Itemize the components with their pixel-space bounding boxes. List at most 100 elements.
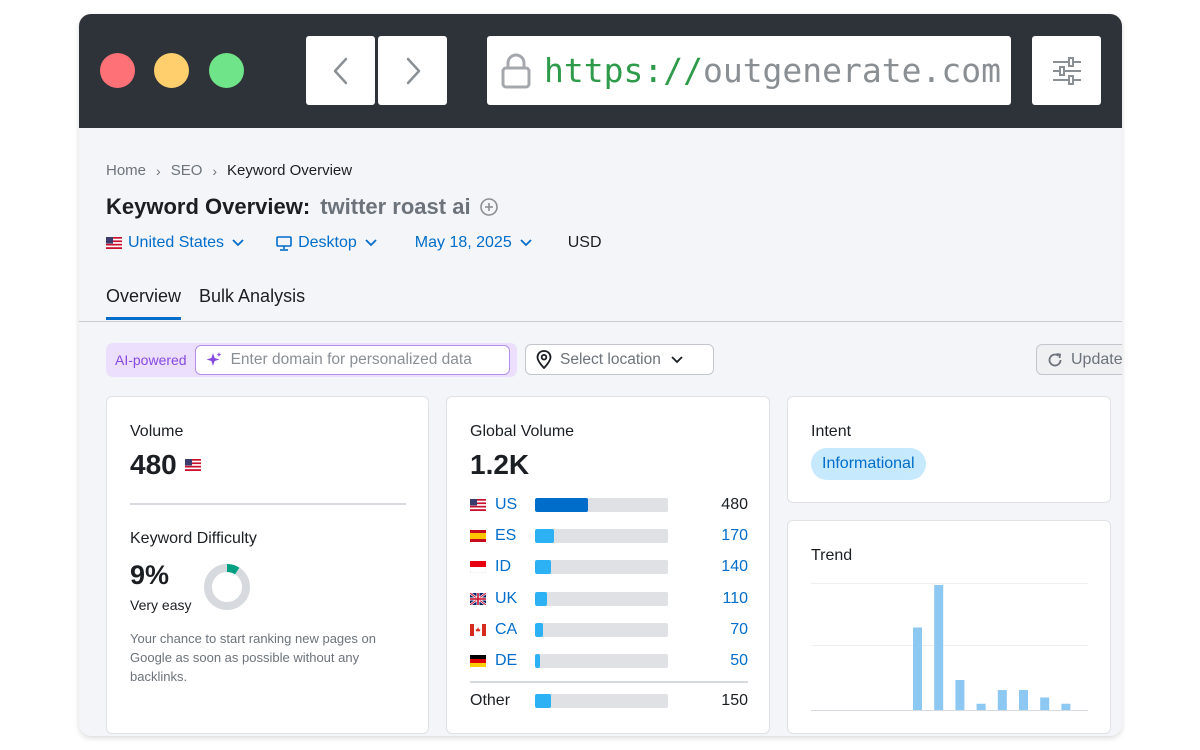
update-button[interactable]: Update xyxy=(1036,344,1122,375)
chevron-right-icon: › xyxy=(212,162,218,179)
location-select[interactable]: Select location xyxy=(525,344,714,375)
url-scheme: https:// xyxy=(544,51,703,90)
country-bar xyxy=(535,623,668,637)
chevron-down-icon xyxy=(232,239,244,247)
trend-bar[interactable] xyxy=(1040,697,1050,711)
country-volume[interactable]: 110 xyxy=(722,590,748,608)
device-selector[interactable]: Desktop xyxy=(276,234,377,252)
country-bar-fill xyxy=(535,623,543,637)
country-bar xyxy=(535,694,668,708)
intent-card: Intent Informational xyxy=(787,396,1111,503)
volume-value: 480 xyxy=(130,449,177,480)
country-code[interactable]: US xyxy=(495,496,535,514)
keyword-name: twitter roast ai xyxy=(320,194,471,219)
location-pin-icon xyxy=(536,350,552,369)
address-bar[interactable]: https://outgenerate.com xyxy=(487,36,1011,105)
ai-powered-badge: AI-powered xyxy=(115,352,187,368)
kd-title: Keyword Difficulty xyxy=(130,530,257,547)
country-row-us: US 480 xyxy=(470,495,748,515)
de-flag-icon xyxy=(470,655,488,667)
date-label: May 18, 2025 xyxy=(414,234,512,251)
country-code[interactable]: ID xyxy=(495,558,535,576)
country-bar xyxy=(535,529,668,543)
breadcrumb: Home › SEO › Keyword Overview xyxy=(106,162,352,179)
us-flag-icon xyxy=(184,459,201,471)
uk-flag-icon xyxy=(470,593,488,605)
country-row-ca: CA 70 xyxy=(470,620,748,640)
breadcrumb-seo[interactable]: SEO xyxy=(171,162,203,179)
country-bar xyxy=(535,592,668,606)
country-row-de: DE 50 xyxy=(470,651,748,671)
ca-flag-icon xyxy=(470,624,488,636)
trend-bar[interactable] xyxy=(934,585,944,710)
other-volume: 150 xyxy=(721,692,748,709)
trend-bar[interactable] xyxy=(1019,690,1028,710)
intent-badge: Informational xyxy=(811,448,926,480)
country-volume[interactable]: 140 xyxy=(721,558,748,576)
tab-bulk-analysis[interactable]: Bulk Analysis xyxy=(199,286,305,320)
desktop-icon xyxy=(276,235,292,251)
es-flag-icon xyxy=(470,530,488,542)
database-selector[interactable]: United States xyxy=(106,234,244,252)
browser-titlebar: https://outgenerate.com xyxy=(79,14,1122,128)
country-volume[interactable]: 70 xyxy=(730,621,748,639)
url-host: outgenerate.com xyxy=(702,51,1001,90)
volume-title: Volume xyxy=(130,423,184,440)
domain-input[interactable]: Enter domain for personalized data xyxy=(194,345,510,375)
ai-domain-box: AI-powered Enter domain for personalized… xyxy=(106,343,517,377)
country-volume: 480 xyxy=(721,496,748,513)
tabs-divider xyxy=(79,321,1122,322)
trend-title: Trend xyxy=(811,547,853,564)
page-content: Home › SEO › Keyword Overview Keyword Ov… xyxy=(79,128,1122,736)
tabs: Overview Bulk Analysis xyxy=(106,286,305,320)
trend-chart xyxy=(811,583,1088,711)
chevron-down-icon xyxy=(520,239,532,247)
breadcrumb-current: Keyword Overview xyxy=(227,162,353,179)
trend-bar[interactable] xyxy=(913,627,922,711)
country-row-es: ES 170 xyxy=(470,526,748,546)
country-bar xyxy=(535,654,668,668)
kd-level: Very easy xyxy=(130,597,192,613)
country-code[interactable]: CA xyxy=(495,621,535,639)
country-bar-fill xyxy=(535,694,551,708)
trend-bar[interactable] xyxy=(955,680,965,710)
forward-button[interactable] xyxy=(378,36,447,105)
refresh-icon xyxy=(1047,352,1063,368)
country-row-uk: UK 110 xyxy=(470,589,748,609)
add-to-list-icon[interactable] xyxy=(479,197,499,217)
trend-bar[interactable] xyxy=(976,703,986,710)
other-label: Other xyxy=(470,692,511,709)
location-placeholder: Select location xyxy=(560,350,661,368)
page-title-label: Keyword Overview: xyxy=(106,194,311,219)
country-volume[interactable]: 170 xyxy=(721,527,748,545)
country-bar-fill xyxy=(535,560,551,574)
country-code[interactable]: ES xyxy=(495,527,535,545)
close-window-button[interactable] xyxy=(100,53,135,88)
browser-window: https://outgenerate.com Home › SEO › Key… xyxy=(79,14,1122,736)
trend-bar[interactable] xyxy=(997,690,1007,710)
country-code[interactable]: UK xyxy=(495,590,535,608)
browser-settings-button[interactable] xyxy=(1032,36,1101,105)
country-volume[interactable]: 50 xyxy=(730,652,748,670)
chevron-left-icon xyxy=(333,57,347,84)
global-volume-title: Global Volume xyxy=(470,423,575,440)
sliders-icon xyxy=(1052,56,1081,85)
intent-title: Intent xyxy=(811,423,852,440)
country-code[interactable]: DE xyxy=(495,652,535,670)
chevron-right-icon: › xyxy=(156,162,161,179)
page-title: Keyword Overview: twitter roast ai xyxy=(106,194,499,220)
chevron-right-icon xyxy=(406,57,420,84)
global-volume-card: Global Volume 1.2K US 480 ES 170 ID 140 xyxy=(446,396,770,734)
volume-card: Volume 480 Keyword Difficulty 9% Very ea… xyxy=(106,396,429,734)
country-bar-fill xyxy=(535,592,547,606)
domain-input-placeholder: Enter domain for personalized data xyxy=(230,351,472,368)
card-divider xyxy=(130,503,406,505)
trend-bar[interactable] xyxy=(1061,703,1071,710)
breadcrumb-home[interactable]: Home xyxy=(106,162,146,179)
minimize-window-button[interactable] xyxy=(154,53,189,88)
sparkle-icon xyxy=(205,351,223,369)
back-button[interactable] xyxy=(306,36,375,105)
date-selector[interactable]: May 18, 2025 xyxy=(415,234,532,252)
maximize-window-button[interactable] xyxy=(209,53,244,88)
tab-overview[interactable]: Overview xyxy=(106,286,182,320)
